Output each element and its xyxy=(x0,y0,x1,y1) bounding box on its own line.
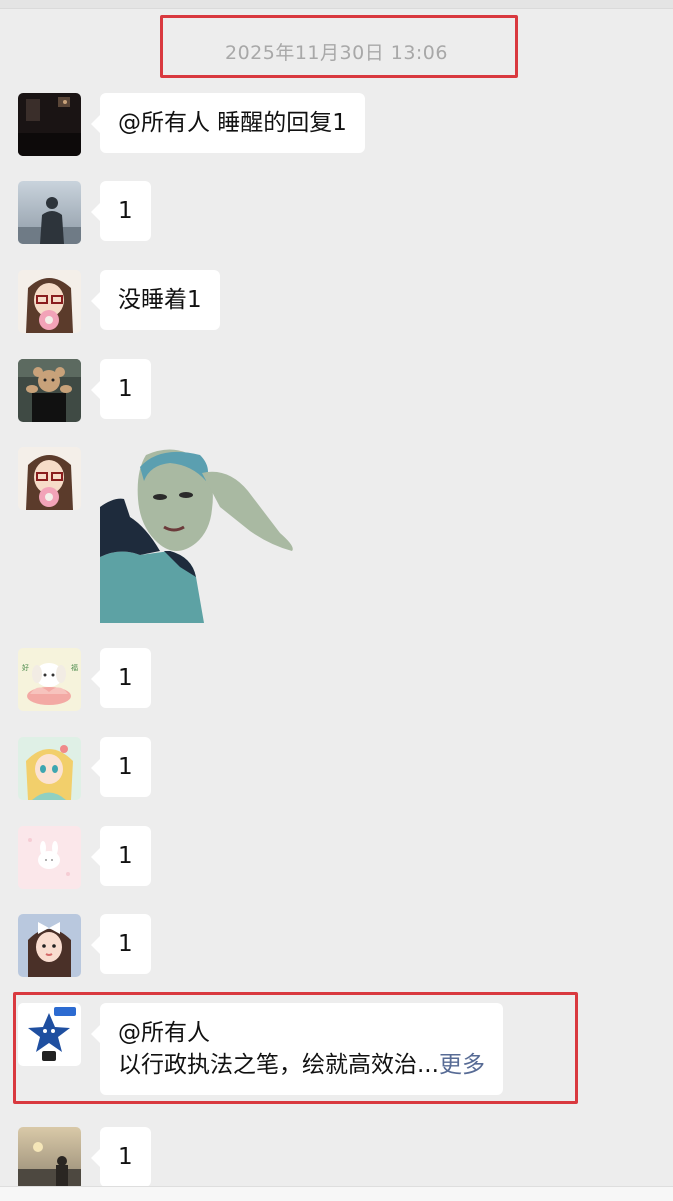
dark-room-avatar-icon[interactable] xyxy=(18,93,81,156)
message-text: 1 xyxy=(118,665,133,691)
message-bubble[interactable]: 1 xyxy=(91,181,151,241)
pink-bunny-avatar-icon[interactable] xyxy=(18,826,81,889)
message-text: 1 xyxy=(118,198,133,224)
puppy-lotus-avatar-icon[interactable]: 好福 xyxy=(18,648,81,711)
teddy-bear-avatar-icon[interactable] xyxy=(18,359,81,422)
girl-with-bow-avatar-icon[interactable] xyxy=(18,914,81,977)
more-link[interactable]: 更多 xyxy=(439,1052,485,1078)
person-silhouette-avatar-icon[interactable] xyxy=(18,181,81,244)
glasses-girl-avatar-icon[interactable] xyxy=(18,447,81,510)
message-bubble[interactable]: 1 xyxy=(91,914,151,974)
message-text: @所有人 睡醒的回复1 xyxy=(118,110,347,136)
mention-all-text: @所有人 xyxy=(118,1020,210,1046)
message-text: 没睡着1 xyxy=(118,287,202,313)
message-bubble[interactable]: 1 xyxy=(91,737,151,797)
message-bubble[interactable]: 没睡着1 xyxy=(91,270,220,330)
message-bubble[interactable]: 1 xyxy=(91,826,151,886)
message-bubble[interactable]: 1 xyxy=(91,1127,151,1187)
message-bubble[interactable]: @所有人 睡醒的回复1 xyxy=(91,93,365,153)
announcement-bubble[interactable]: @所有人 以行政执法之笔，绘就高效治...更多 xyxy=(91,1003,503,1095)
input-bar[interactable] xyxy=(0,1186,673,1201)
top-divider xyxy=(0,0,673,9)
message-bubble[interactable]: 1 xyxy=(91,359,151,419)
message-text: 1 xyxy=(118,931,133,957)
timestamp-highlight-box xyxy=(160,15,518,78)
blue-star-mascot-avatar-icon[interactable] xyxy=(18,1003,81,1066)
message-text: 1 xyxy=(118,1144,133,1170)
glasses-girl-avatar-icon[interactable] xyxy=(18,270,81,333)
svg-text:好: 好 xyxy=(22,663,29,672)
blonde-anime-girl-avatar-icon[interactable] xyxy=(18,737,81,800)
announcement-preview-text: 以行政执法之笔，绘就高效治... xyxy=(118,1052,439,1078)
svg-text:福: 福 xyxy=(71,663,78,672)
dancing-woman-sticker-icon[interactable] xyxy=(100,447,300,623)
sunset-avatar-icon[interactable] xyxy=(18,1127,81,1190)
message-bubble[interactable]: 1 xyxy=(91,648,151,708)
message-text: 1 xyxy=(118,754,133,780)
message-text: 1 xyxy=(118,376,133,402)
message-text: 1 xyxy=(118,843,133,869)
